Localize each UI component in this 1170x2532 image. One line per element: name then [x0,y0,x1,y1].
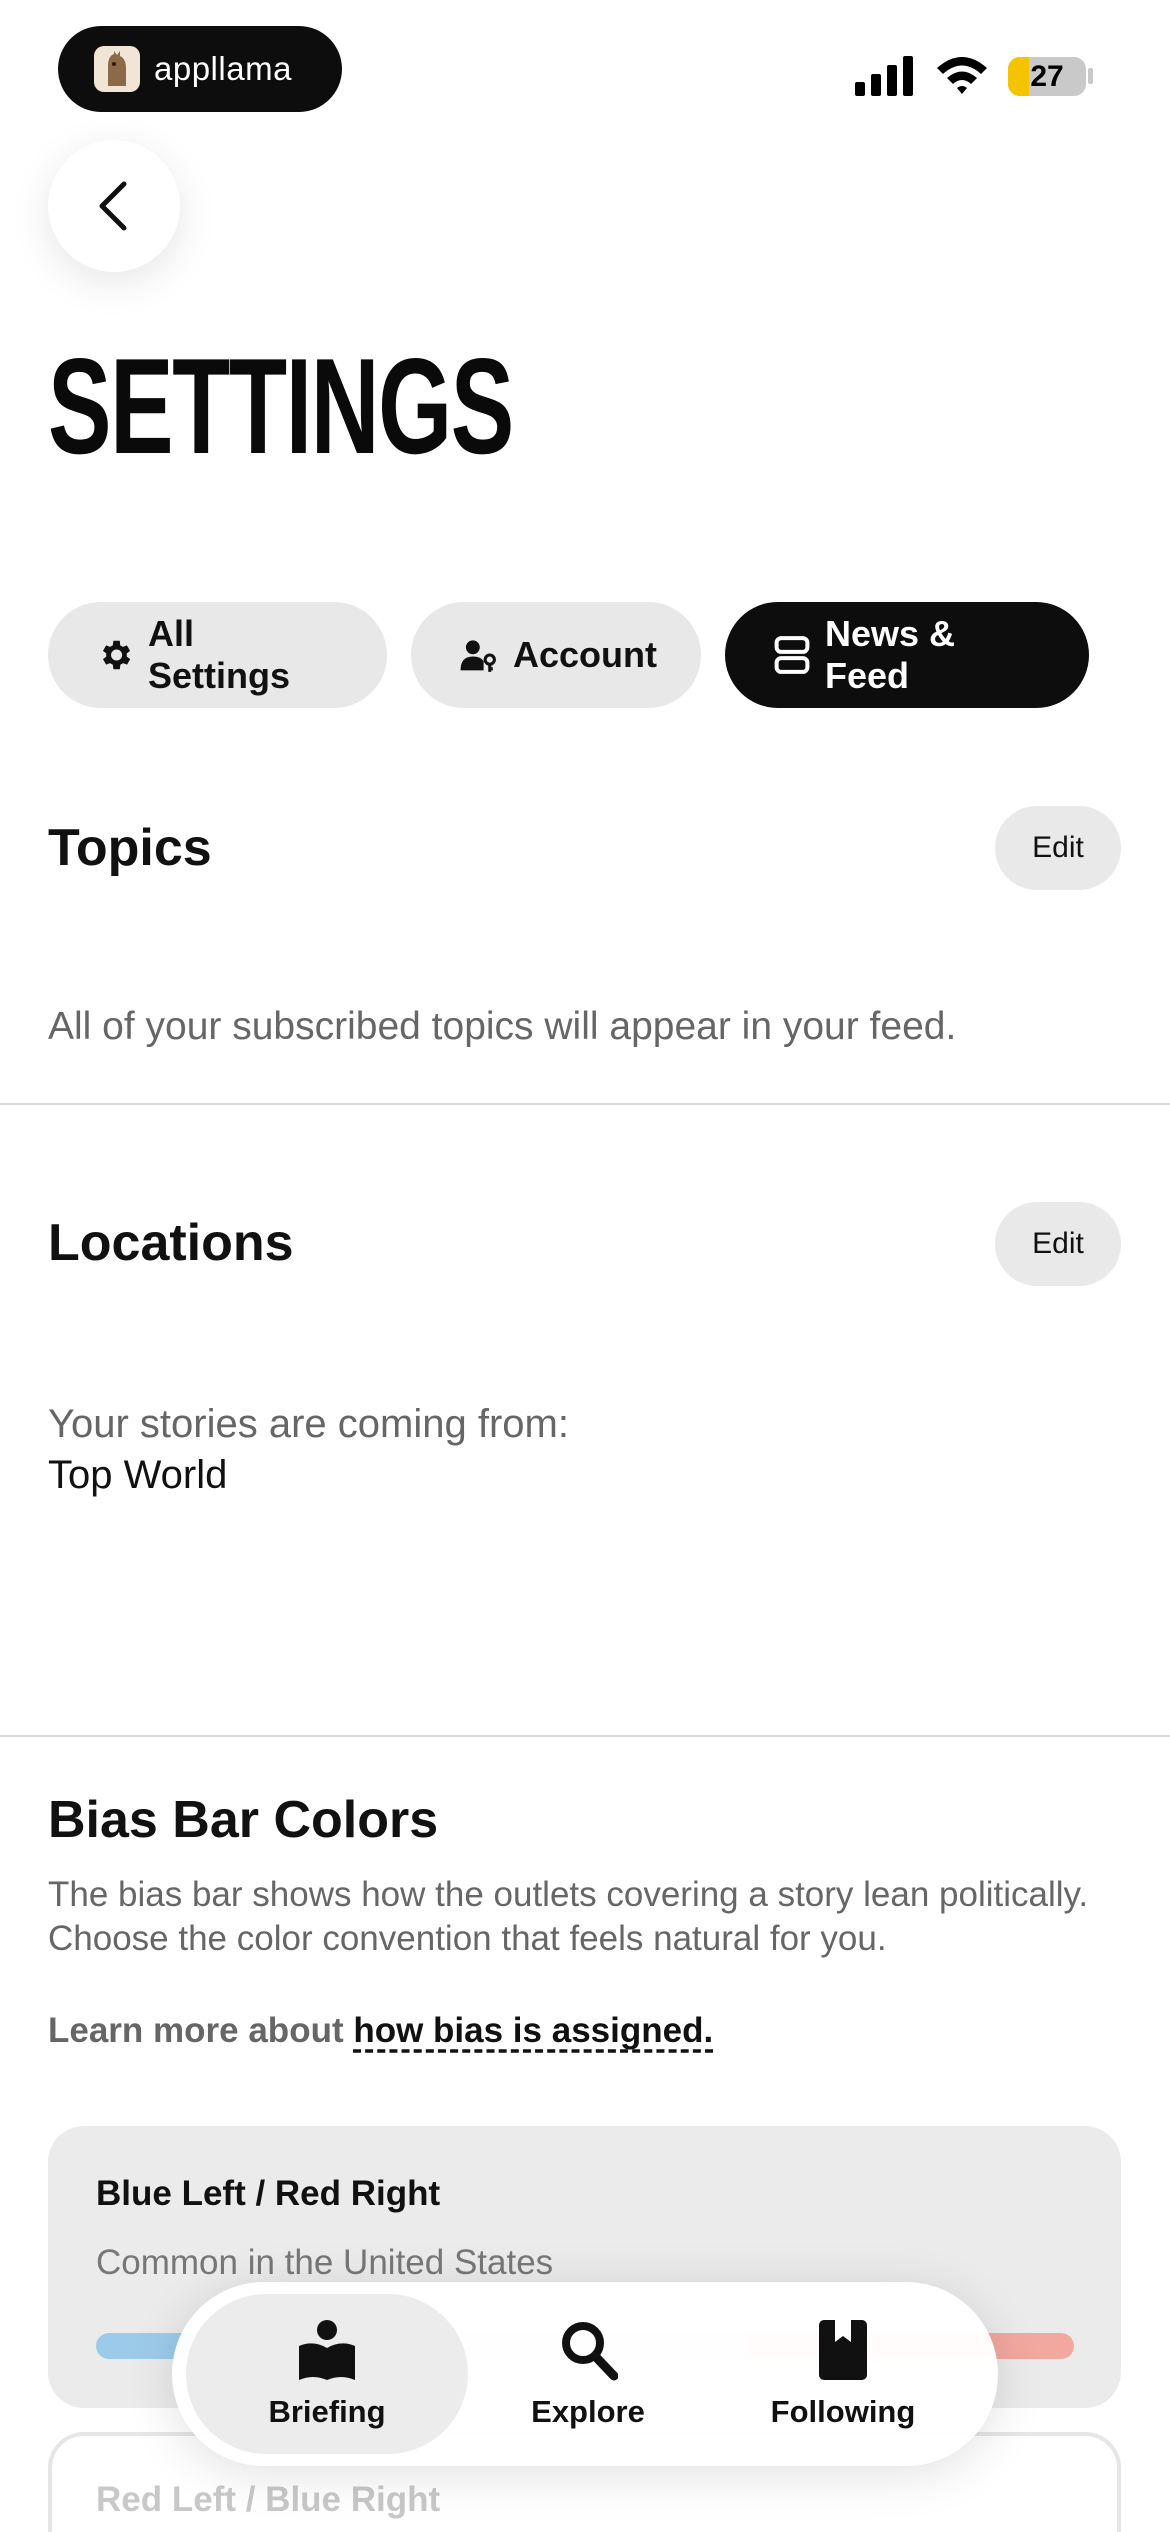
tab-account[interactable]: Account [411,602,701,708]
tab-label: News & Feed [825,613,956,696]
battery-tip [1088,68,1093,84]
nav-briefing[interactable]: Briefing [186,2294,468,2454]
bias-heading: Bias Bar Colors [48,1791,439,1849]
tab-all-settings[interactable]: All Settings [48,602,387,708]
locations-edit-button[interactable]: Edit [995,1202,1121,1286]
feed-icon [774,636,810,674]
tab-label: Account [513,634,657,675]
bookmark-icon [819,2320,867,2380]
gear-icon [102,640,131,670]
battery-indicator: 27 [1008,57,1086,96]
topics-heading: Topics [48,819,212,877]
bias-option-name: Blue Left / Red Right [96,2174,441,2213]
learn-more-prefix: Learn more about [48,2011,344,2050]
locations-value: Top World [48,1453,228,1497]
topics-edit-button[interactable]: Edit [995,806,1121,890]
cellular-signal-icon [855,52,913,96]
briefing-book-icon [299,2320,355,2380]
nav-following[interactable]: Following [708,2294,978,2454]
topics-description: All of your subscribed topics will appea… [48,1005,957,1048]
section-divider [0,1735,1170,1737]
page-title: SETTINGS [48,330,514,482]
locations-label: Your stories are coming from: [48,1402,569,1446]
bias-option-subtitle: Common in the United States [96,2243,554,2282]
learn-more-text: Learn more about how bias is assigned. [48,2011,713,2051]
nav-label: Following [770,2394,916,2429]
nav-explore[interactable]: Explore [468,2294,708,2454]
app-indicator-pill[interactable]: appllama [58,26,342,112]
chevron-left-icon [99,181,127,231]
search-icon [562,2322,618,2381]
back-button[interactable] [48,140,180,272]
settings-tabs: All Settings Account News & Feed [48,602,1089,708]
bias-description: The bias bar shows how the outlets cover… [48,1875,1089,1958]
bottom-navigation: Briefing Explore Following [172,2282,998,2466]
bias-option-name: Red Left / Blue Right [96,2480,441,2519]
tab-label: All Settings [148,613,291,696]
section-divider [0,1103,1170,1105]
wifi-icon [937,57,987,94]
tab-news-feed[interactable]: News & Feed [725,602,1089,708]
user-key-icon [460,640,496,672]
battery-level: 27 [1030,59,1064,93]
app-name: appllama [154,50,292,87]
llama-logo-icon [94,46,140,92]
nav-label: Briefing [268,2394,386,2429]
locations-heading: Locations [48,1214,294,1272]
bias-info-link[interactable]: how bias is assigned. [353,2011,713,2050]
nav-label: Explore [531,2394,645,2429]
